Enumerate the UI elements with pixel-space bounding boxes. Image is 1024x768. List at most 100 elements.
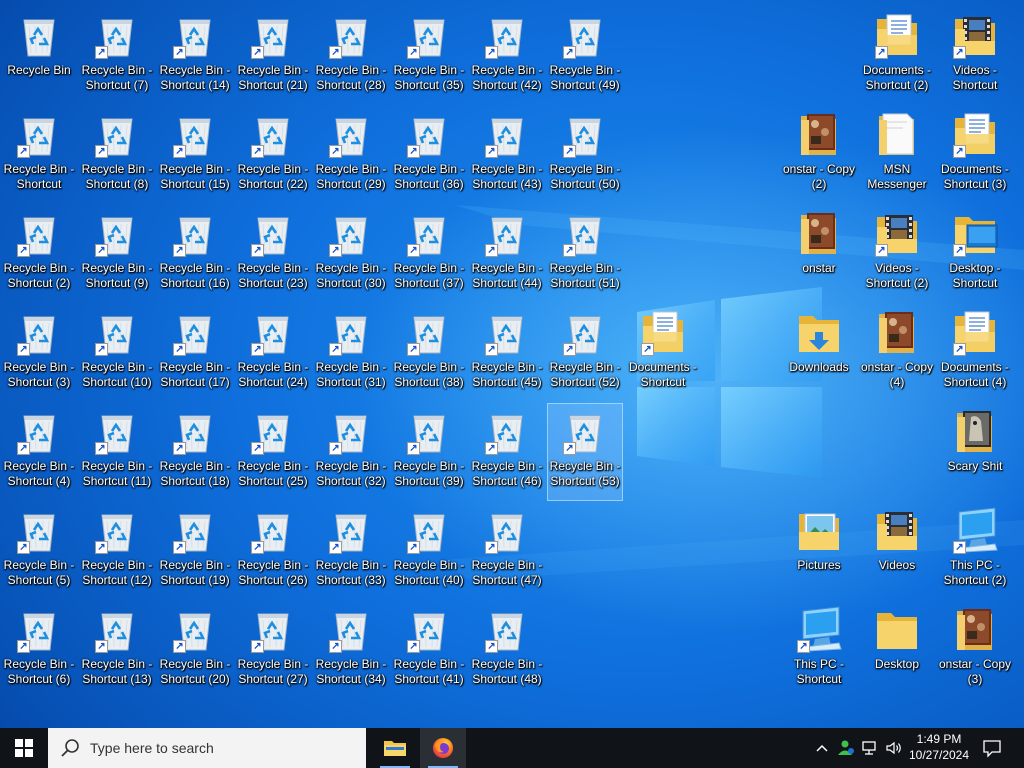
desktop-icon[interactable]: ↗ Desktop - Shortcut <box>938 206 1012 302</box>
desktop-icon[interactable]: ↗ Recycle Bin - Shortcut (8) <box>80 107 154 203</box>
desktop-icon[interactable]: ↗ Recycle Bin - Shortcut (39) <box>392 404 466 500</box>
taskbar-clock[interactable]: 1:49 PM 10/27/2024 <box>904 731 974 763</box>
desktop-icon[interactable]: ↗ Recycle Bin - Shortcut (7) <box>80 8 154 104</box>
desktop-icon[interactable]: ↗ Recycle Bin - Shortcut (13) <box>80 602 154 698</box>
desktop-icon[interactable]: ↗ Documents - Shortcut <box>626 305 700 401</box>
people-icon[interactable] <box>836 738 856 758</box>
desktop-icon[interactable]: ↗ Recycle Bin - Shortcut (23) <box>236 206 310 302</box>
desktop-icon[interactable]: ↗ Recycle Bin - Shortcut (33) <box>314 503 388 599</box>
desktop-icon[interactable]: ↗ Recycle Bin - Shortcut (30) <box>314 206 388 302</box>
desktop-icon[interactable]: onstar - Copy (2) <box>782 107 856 203</box>
desktop-icon[interactable]: ↗ Recycle Bin - Shortcut (24) <box>236 305 310 401</box>
desktop-icon-label: Recycle Bin - Shortcut (4) <box>3 459 75 488</box>
desktop-icon[interactable]: ↗ Recycle Bin - Shortcut (36) <box>392 107 466 203</box>
desktop-icon[interactable]: ↗ Recycle Bin - Shortcut (20) <box>158 602 232 698</box>
desktop-icon[interactable]: ↗ Recycle Bin - Shortcut (52) <box>548 305 622 401</box>
desktop-icon[interactable]: ↗ Documents - Shortcut (2) <box>860 8 934 104</box>
desktop-icon[interactable]: ↗ Recycle Bin - Shortcut (47) <box>470 503 544 599</box>
desktop-icon[interactable]: ↗ Recycle Bin - Shortcut (44) <box>470 206 544 302</box>
desktop-icon[interactable]: ↗ Recycle Bin - Shortcut (42) <box>470 8 544 104</box>
desktop-icon-label: Recycle Bin - Shortcut (10) <box>81 360 153 389</box>
desktop-icon[interactable]: ↗ Recycle Bin - Shortcut (38) <box>392 305 466 401</box>
desktop[interactable]: Recycle Bin ↗ Recycle Bin - Shortcut ↗ Rec… <box>0 0 1024 728</box>
shortcut-arrow-icon: ↗ <box>95 541 108 554</box>
desktop-icon[interactable]: MSN Messenger <box>860 107 934 203</box>
desktop-icon[interactable]: ↗ Recycle Bin - Shortcut (6) <box>2 602 76 698</box>
shortcut-arrow-icon: ↗ <box>485 343 498 356</box>
start-button[interactable] <box>0 728 48 768</box>
network-icon[interactable] <box>860 738 880 758</box>
desktop-icon[interactable]: ↗ Recycle Bin - Shortcut (21) <box>236 8 310 104</box>
desktop-icon[interactable]: ↗ Recycle Bin - Shortcut <box>2 107 76 203</box>
desktop-icon[interactable]: ↗ Documents - Shortcut (4) <box>938 305 1012 401</box>
desktop-icon[interactable]: ↗ Recycle Bin - Shortcut (15) <box>158 107 232 203</box>
desktop-icon-label: Pictures <box>797 558 841 572</box>
desktop-icon[interactable]: Scary Shit <box>938 404 1012 500</box>
desktop-icon[interactable]: Pictures <box>782 503 856 599</box>
taskbar-app-firefox[interactable] <box>420 728 466 768</box>
desktop-icon[interactable]: ↗ Recycle Bin - Shortcut (46) <box>470 404 544 500</box>
desktop-icon[interactable]: ↗ Videos - Shortcut <box>938 8 1012 104</box>
desktop-icon[interactable]: ↗ Recycle Bin - Shortcut (41) <box>392 602 466 698</box>
desktop-icon[interactable]: ↗ Recycle Bin - Shortcut (51) <box>548 206 622 302</box>
desktop-icon[interactable]: ↗ Recycle Bin - Shortcut (43) <box>470 107 544 203</box>
desktop-icon[interactable]: ↗ Recycle Bin - Shortcut (32) <box>314 404 388 500</box>
desktop-icon[interactable]: ↗ Documents - Shortcut (3) <box>938 107 1012 203</box>
desktop-icon[interactable]: onstar - Copy (3) <box>938 602 1012 698</box>
shortcut-arrow-icon: ↗ <box>563 145 576 158</box>
desktop-icon[interactable]: ↗ Recycle Bin - Shortcut (11) <box>80 404 154 500</box>
recycle-bin-icon: ↗ <box>561 407 609 455</box>
desktop-icon[interactable]: Downloads <box>782 305 856 401</box>
desktop-icon[interactable]: Recycle Bin <box>2 8 76 104</box>
this-pc-icon: ↗ <box>795 605 843 653</box>
desktop-icon[interactable]: ↗ Recycle Bin - Shortcut (49) <box>548 8 622 104</box>
desktop-icon[interactable]: ↗ Recycle Bin - Shortcut (12) <box>80 503 154 599</box>
photo-folder-icon <box>795 110 843 158</box>
desktop-icon[interactable]: ↗ Recycle Bin - Shortcut (28) <box>314 8 388 104</box>
taskbar-search-box[interactable]: Type here to search <box>48 728 366 768</box>
desktop-icon[interactable]: ↗ Recycle Bin - Shortcut (2) <box>2 206 76 302</box>
desktop-icon[interactable]: onstar - Copy (4) <box>860 305 934 401</box>
desktop-icon[interactable]: ↗ Recycle Bin - Shortcut (50) <box>548 107 622 203</box>
taskbar-app-file-explorer[interactable] <box>372 728 418 768</box>
desktop-icon[interactable]: ↗ Recycle Bin - Shortcut (17) <box>158 305 232 401</box>
desktop-icon[interactable]: ↗ Recycle Bin - Shortcut (18) <box>158 404 232 500</box>
desktop-icon[interactable]: ↗ Recycle Bin - Shortcut (26) <box>236 503 310 599</box>
notification-icon[interactable] <box>982 738 1002 758</box>
desktop-icon[interactable]: ↗ Recycle Bin - Shortcut (10) <box>80 305 154 401</box>
desktop-icon[interactable]: onstar <box>782 206 856 302</box>
desktop-icon[interactable]: ↗ Recycle Bin - Shortcut (34) <box>314 602 388 698</box>
desktop-icon[interactable]: ↗ Recycle Bin - Shortcut (19) <box>158 503 232 599</box>
desktop-icon[interactable]: ↗ Recycle Bin - Shortcut (5) <box>2 503 76 599</box>
desktop-icon[interactable]: ↗ Videos - Shortcut (2) <box>860 206 934 302</box>
desktop-icon[interactable]: ↗ Recycle Bin - Shortcut (3) <box>2 305 76 401</box>
desktop-icon[interactable]: Desktop <box>860 602 934 698</box>
desktop-icon[interactable]: Videos <box>860 503 934 599</box>
desktop-icon[interactable]: ↗ This PC - Shortcut <box>782 602 856 698</box>
shortcut-arrow-icon: ↗ <box>17 442 30 455</box>
pictures-folder-icon <box>795 506 843 554</box>
shortcut-arrow-icon: ↗ <box>329 46 342 59</box>
desktop-icon[interactable]: ↗ Recycle Bin - Shortcut (29) <box>314 107 388 203</box>
desktop-icon[interactable]: ↗ Recycle Bin - Shortcut (27) <box>236 602 310 698</box>
desktop-icon[interactable]: ↗ Recycle Bin - Shortcut (37) <box>392 206 466 302</box>
shortcut-arrow-icon: ↗ <box>17 541 30 554</box>
clock-date: 10/27/2024 <box>908 748 970 762</box>
desktop-icon[interactable]: ↗ Recycle Bin - Shortcut (53) <box>547 403 623 501</box>
chevron-up-icon[interactable] <box>812 738 832 758</box>
desktop-icon[interactable]: ↗ Recycle Bin - Shortcut (45) <box>470 305 544 401</box>
desktop-icon[interactable]: ↗ This PC - Shortcut (2) <box>938 503 1012 599</box>
desktop-icon[interactable]: ↗ Recycle Bin - Shortcut (31) <box>314 305 388 401</box>
recycle-bin-icon: ↗ <box>561 11 609 59</box>
desktop-icon[interactable]: ↗ Recycle Bin - Shortcut (4) <box>2 404 76 500</box>
desktop-icon[interactable]: ↗ Recycle Bin - Shortcut (16) <box>158 206 232 302</box>
volume-icon[interactable] <box>884 738 904 758</box>
desktop-icon[interactable]: ↗ Recycle Bin - Shortcut (25) <box>236 404 310 500</box>
recycle-bin-icon: ↗ <box>249 110 297 158</box>
desktop-icon[interactable]: ↗ Recycle Bin - Shortcut (22) <box>236 107 310 203</box>
desktop-icon[interactable]: ↗ Recycle Bin - Shortcut (48) <box>470 602 544 698</box>
desktop-icon[interactable]: ↗ Recycle Bin - Shortcut (35) <box>392 8 466 104</box>
desktop-icon[interactable]: ↗ Recycle Bin - Shortcut (14) <box>158 8 232 104</box>
desktop-icon[interactable]: ↗ Recycle Bin - Shortcut (40) <box>392 503 466 599</box>
desktop-icon[interactable]: ↗ Recycle Bin - Shortcut (9) <box>80 206 154 302</box>
